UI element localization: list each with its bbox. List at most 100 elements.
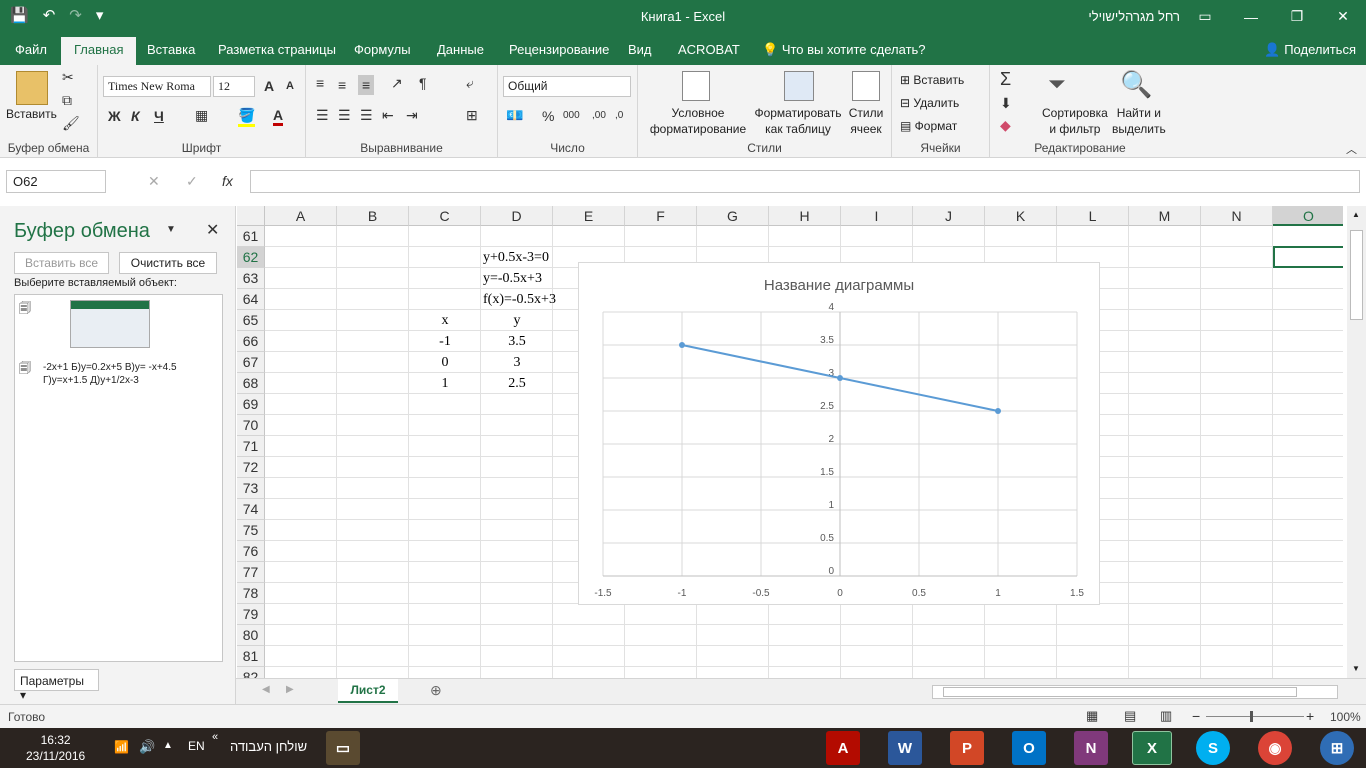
shrink-font-icon[interactable]: A: [286, 80, 294, 92]
sheet-tab-list2[interactable]: Лист2: [338, 679, 398, 703]
cell-c65[interactable]: x: [409, 313, 481, 329]
row-header-81[interactable]: 81: [237, 646, 265, 667]
row-header-62[interactable]: 62: [237, 247, 265, 268]
align-middle-icon[interactable]: ≡: [338, 77, 346, 93]
conditional-formatting-icon[interactable]: [682, 71, 710, 101]
row-header-77[interactable]: 77: [237, 562, 265, 583]
chart-title[interactable]: Название диаграммы: [764, 277, 914, 294]
orientation-icon[interactable]: ↗: [391, 75, 403, 92]
column-header-o[interactable]: O: [1273, 206, 1343, 226]
desktop-app-icon[interactable]: ▭: [326, 731, 360, 765]
merge-cells-icon[interactable]: ⊞: [466, 107, 478, 124]
clear-icon[interactable]: ◆: [1000, 117, 1011, 134]
cancel-icon[interactable]: ✕: [148, 173, 160, 190]
clipboard-item-thumbnail[interactable]: [70, 300, 150, 348]
scroll-up-icon[interactable]: ▲: [1352, 210, 1360, 219]
new-sheet-icon[interactable]: ⊕: [430, 682, 442, 699]
sheet-prev-icon[interactable]: ◀: [262, 684, 270, 695]
column-header-j[interactable]: J: [913, 206, 985, 226]
clear-all-button[interactable]: Очистить все: [119, 252, 217, 274]
tell-me-search[interactable]: 💡 Что вы хотите сделать?: [762, 42, 926, 58]
row-header-70[interactable]: 70: [237, 415, 265, 436]
chart-object[interactable]: 0 0.5 1 1.5 2 2.5 3 3.5 4 -1.5 -1 -0.5 0 0.5 1 1.5 Назва…: [578, 262, 1100, 605]
row-header-63[interactable]: 63: [237, 268, 265, 289]
row-header-69[interactable]: 69: [237, 394, 265, 415]
tray-expand-icon[interactable]: ▲: [163, 740, 173, 751]
user-name[interactable]: רחל מגרהלישוילי: [1088, 9, 1180, 24]
row-header-71[interactable]: 71: [237, 436, 265, 457]
row-header-76[interactable]: 76: [237, 541, 265, 562]
column-header-n[interactable]: N: [1201, 206, 1273, 226]
zoom-slider[interactable]: [1206, 716, 1304, 717]
column-header-d[interactable]: D: [481, 206, 553, 226]
powerpoint-icon[interactable]: P: [950, 731, 984, 765]
start-button-icon[interactable]: ⊞: [1320, 731, 1354, 765]
format-as-table-icon[interactable]: [784, 71, 814, 101]
paste-all-button[interactable]: Вставить все: [14, 252, 109, 274]
autosum-button[interactable]: Σ: [1000, 69, 1011, 90]
format-as-table-button[interactable]: Форматировать как таблицу: [752, 105, 844, 137]
wrap-text-icon[interactable]: ⤶: [466, 75, 474, 92]
clock[interactable]: 16:32 23/11/2016: [26, 732, 85, 764]
vertical-scroll-thumb[interactable]: [1350, 230, 1363, 320]
tab-insert[interactable]: Вставка: [147, 42, 195, 57]
decrease-decimal-button[interactable]: ,0: [615, 110, 623, 121]
paste-icon[interactable]: [16, 71, 48, 105]
word-icon[interactable]: W: [888, 731, 922, 765]
find-select-button[interactable]: Найти и выделить: [1112, 105, 1166, 137]
tab-home[interactable]: Главная: [61, 37, 137, 65]
maximize-icon[interactable]: ❐: [1274, 0, 1320, 33]
clipboard-text-item[interactable]: -2x+1 Б)y=0.2x+5 В)y= -x+4.5 Г)y=x+1.5 Д)…: [43, 361, 177, 387]
page-layout-view-icon[interactable]: ▤: [1124, 708, 1136, 724]
row-header-73[interactable]: 73: [237, 478, 265, 499]
ribbon-display-icon[interactable]: ▭: [1182, 0, 1228, 33]
select-all-corner[interactable]: [237, 206, 265, 226]
enter-icon[interactable]: ✓: [186, 173, 198, 190]
tab-data[interactable]: Данные: [437, 42, 484, 57]
insert-function-icon[interactable]: fx: [222, 173, 233, 189]
collapse-ribbon-icon[interactable]: ︿: [1346, 141, 1357, 157]
find-select-icon[interactable]: 🔍: [1120, 69, 1152, 100]
bold-button[interactable]: Ж: [108, 108, 121, 124]
cell-c66[interactable]: -1: [409, 334, 481, 350]
zoom-level[interactable]: 100%: [1330, 710, 1361, 724]
sort-filter-icon[interactable]: ⏷: [1048, 71, 1066, 97]
language-indicator[interactable]: EN: [188, 739, 205, 753]
worksheet-grid[interactable]: ABCDEFGHIJKLMNO 61 62 63 64 65 66 67 68 69 70 71 72…: [237, 206, 1343, 678]
zoom-out-icon[interactable]: −: [1192, 708, 1200, 724]
fill-icon[interactable]: ⬇: [1000, 95, 1012, 112]
scroll-down-icon[interactable]: ▼: [1352, 664, 1360, 673]
insert-cells-button[interactable]: ⊞ Вставить: [900, 72, 964, 88]
cell-d62[interactable]: y+0.5x-3=0: [483, 250, 549, 266]
active-cell-o62[interactable]: [1273, 246, 1343, 268]
cell-d64[interactable]: f(x)=-0.5x+3: [483, 292, 556, 308]
row-header-79[interactable]: 79: [237, 604, 265, 625]
normal-view-icon[interactable]: ▦: [1086, 708, 1098, 724]
row-header-68[interactable]: 68: [237, 373, 265, 394]
options-button[interactable]: Параметры ▾: [14, 669, 99, 702]
desktop-toolbar[interactable]: שולחן העבודה: [230, 739, 307, 754]
column-header-i[interactable]: I: [841, 206, 913, 226]
row-header-80[interactable]: 80: [237, 625, 265, 646]
close-icon[interactable]: ✕: [1320, 0, 1366, 33]
vertical-scrollbar[interactable]: ▲ ▼: [1347, 206, 1366, 678]
column-header-a[interactable]: A: [265, 206, 337, 226]
formula-input[interactable]: [250, 170, 1360, 193]
column-header-m[interactable]: M: [1129, 206, 1201, 226]
row-header-64[interactable]: 64: [237, 289, 265, 310]
delete-cells-button[interactable]: ⊟ Удалить: [900, 95, 959, 111]
name-box[interactable]: O62: [6, 170, 106, 193]
row-header-65[interactable]: 65: [237, 310, 265, 331]
page-break-view-icon[interactable]: ▥: [1160, 708, 1172, 724]
column-header-g[interactable]: G: [697, 206, 769, 226]
outlook-icon[interactable]: O: [1012, 731, 1046, 765]
row-header-74[interactable]: 74: [237, 499, 265, 520]
excel-icon[interactable]: X: [1132, 731, 1172, 765]
comma-style-button[interactable]: 000: [563, 110, 580, 121]
align-center-icon[interactable]: ☰: [338, 107, 351, 124]
underline-button[interactable]: Ч: [154, 108, 164, 124]
increase-decimal-button[interactable]: ,00: [592, 110, 606, 121]
borders-icon[interactable]: ▦: [195, 107, 208, 124]
zoom-slider-thumb[interactable]: [1250, 711, 1253, 722]
onenote-icon[interactable]: N: [1074, 731, 1108, 765]
